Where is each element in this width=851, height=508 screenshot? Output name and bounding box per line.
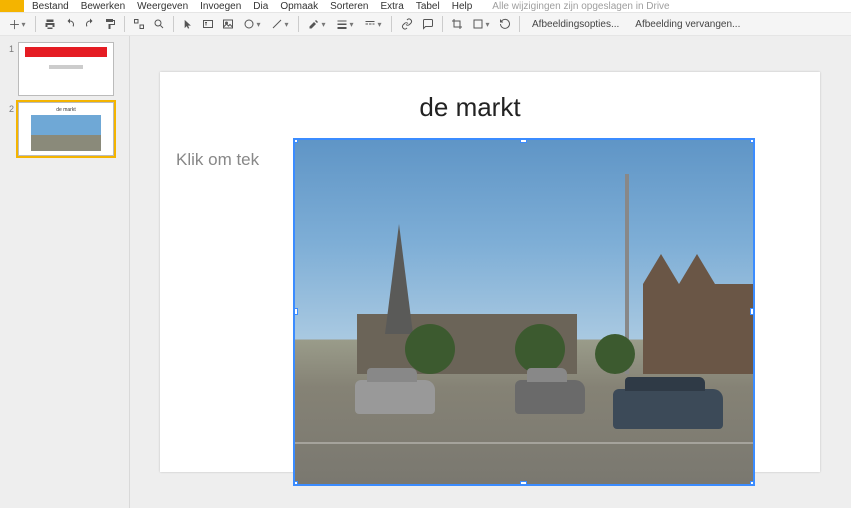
- car: [515, 380, 585, 414]
- church-spire: [385, 224, 413, 334]
- thumb1-subtitle: [49, 65, 83, 69]
- new-slide-button[interactable]: ＋▾: [4, 14, 30, 34]
- menu-table[interactable]: Tabel: [416, 1, 440, 12]
- resize-handle-tr[interactable]: [750, 138, 755, 143]
- building-right: [643, 284, 753, 374]
- tree: [515, 324, 565, 374]
- redo-button[interactable]: [81, 14, 99, 34]
- tree: [405, 324, 455, 374]
- car: [613, 389, 723, 429]
- app-logo[interactable]: [0, 0, 24, 12]
- link-button[interactable]: [397, 14, 417, 34]
- separator: [298, 16, 299, 32]
- resize-handle-tl[interactable]: [293, 138, 298, 143]
- thumb2-image: [31, 115, 101, 151]
- menu-edit[interactable]: Bewerken: [81, 1, 125, 12]
- zoom-fit-button[interactable]: [130, 14, 148, 34]
- slide[interactable]: de markt Klik om tek: [160, 72, 820, 472]
- image-options-button[interactable]: Afbeeldingsopties...: [525, 14, 626, 34]
- menu-view[interactable]: Weergeven: [137, 1, 188, 12]
- zoom-button[interactable]: [150, 14, 168, 34]
- border-dash-button[interactable]: ▾: [360, 14, 386, 34]
- menu-format[interactable]: Opmaak: [280, 1, 318, 12]
- slide-thumbnail-2[interactable]: de markt: [18, 102, 114, 156]
- separator: [173, 16, 174, 32]
- menu-extra[interactable]: Extra: [380, 1, 403, 12]
- thumb-number: 1: [4, 42, 18, 54]
- photo-content: [295, 140, 753, 484]
- separator: [442, 16, 443, 32]
- line-tool[interactable]: ▾: [267, 14, 293, 34]
- menu-file[interactable]: Bestand: [32, 1, 69, 12]
- print-button[interactable]: [41, 14, 59, 34]
- menu-slide[interactable]: Dia: [253, 1, 268, 12]
- resize-handle-mr[interactable]: [750, 308, 755, 315]
- resize-handle-ml[interactable]: [293, 308, 298, 315]
- menu-help[interactable]: Help: [452, 1, 473, 12]
- separator: [35, 16, 36, 32]
- selected-image[interactable]: [293, 138, 755, 486]
- slide-thumbnail-panel: 1 2 de markt: [0, 36, 130, 508]
- replace-image-button[interactable]: Afbeelding vervangen...: [628, 14, 747, 34]
- undo-button[interactable]: [61, 14, 79, 34]
- comment-button[interactable]: [419, 14, 437, 34]
- image-tool[interactable]: [219, 14, 237, 34]
- separator: [519, 16, 520, 32]
- menu-arrange[interactable]: Sorteren: [330, 1, 368, 12]
- border-color-button[interactable]: ▾: [304, 14, 330, 34]
- separator: [124, 16, 125, 32]
- road-line: [295, 442, 753, 444]
- textbox-tool[interactable]: [199, 14, 217, 34]
- save-status: Alle wijzigingen zijn opgeslagen in Driv…: [492, 1, 669, 12]
- body-placeholder[interactable]: Klik om tek: [176, 150, 259, 170]
- reset-image-button[interactable]: [496, 14, 514, 34]
- thumb-number: 2: [4, 102, 18, 114]
- select-tool[interactable]: [179, 14, 197, 34]
- resize-handle-bl[interactable]: [293, 481, 298, 486]
- car: [355, 380, 435, 414]
- resize-handle-bm[interactable]: [520, 481, 527, 486]
- toolbar: ＋▾ ▾ ▾ ▾ ▾ ▾: [0, 12, 851, 36]
- separator: [391, 16, 392, 32]
- menu-bar: Bestand Bewerken Weergeven Invoegen Dia …: [30, 0, 670, 12]
- paint-format-button[interactable]: [101, 14, 119, 34]
- shape-tool[interactable]: ▾: [239, 14, 265, 34]
- border-weight-button[interactable]: ▾: [332, 14, 358, 34]
- slide-title[interactable]: de markt: [160, 92, 780, 123]
- mask-button[interactable]: ▾: [468, 14, 494, 34]
- thumb1-title-bar: [25, 47, 107, 57]
- resize-handle-br[interactable]: [750, 481, 755, 486]
- thumb2-title: de markt: [19, 107, 113, 113]
- tree: [595, 334, 635, 374]
- slide-thumbnail-1[interactable]: [18, 42, 114, 96]
- canvas-area[interactable]: de markt Klik om tek: [130, 36, 851, 508]
- menu-insert[interactable]: Invoegen: [200, 1, 241, 12]
- crop-button[interactable]: [448, 14, 466, 34]
- resize-handle-tm[interactable]: [520, 138, 527, 143]
